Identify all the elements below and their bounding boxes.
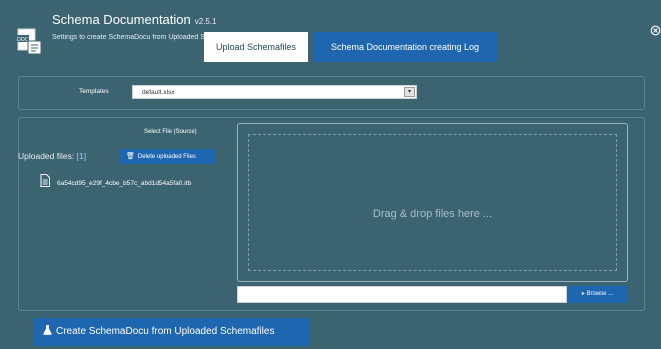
chevron-down-icon[interactable]: ▾	[404, 87, 415, 97]
templates-panel: Templates default.xlsx ▾	[18, 76, 645, 110]
templates-select[interactable]: default.xlsx ▾	[132, 85, 417, 99]
svg-text:DOC: DOC	[17, 37, 29, 43]
close-icon[interactable]	[650, 24, 661, 37]
folder-open-icon: ▸	[581, 291, 585, 297]
templates-label: Templates	[79, 88, 109, 95]
uploaded-files-text: Uploaded files:	[18, 151, 75, 161]
create-schemadocu-button[interactable]: Create SchemaDocu from Uploaded Schemafi…	[33, 318, 309, 346]
app-title: Schema Documentation v2.5.1	[52, 12, 217, 27]
file-dropzone[interactable]: Drag & drop files here ...	[237, 123, 628, 282]
app-version: v2.5.1	[194, 17, 217, 26]
delete-uploaded-files-button[interactable]: 🗑 Delete uploaded Files	[119, 149, 216, 164]
app-window: DOC Schema Documentation v2.5.1 Settings …	[0, 0, 661, 349]
dropzone-hint: Drag & drop files here ...	[372, 208, 493, 220]
file-path-input[interactable]	[237, 286, 567, 303]
file-icon	[40, 174, 50, 187]
delete-uploaded-files-label: Delete uploaded Files	[137, 154, 196, 160]
tab-upload-schemafiles[interactable]: Upload Schemafiles	[204, 32, 308, 62]
templates-selected-value: default.xlsx	[142, 89, 175, 96]
uploaded-file-item: 6a54cd95_e29f_4cbe_b57c_abd1d54a5fa0.itb	[57, 180, 192, 187]
browse-button[interactable]: ▸ Browse ...	[568, 286, 627, 303]
app-title-text: Schema Documentation	[52, 12, 191, 27]
app-subtitle: Settings to create SchemaDocu from Uploa…	[52, 34, 204, 41]
browse-button-label: Browse ...	[586, 291, 614, 297]
document-icon: DOC	[15, 28, 42, 55]
uploaded-files-count: [1]	[76, 151, 87, 161]
dropzone-inner: Drag & drop files here ...	[248, 134, 617, 271]
select-file-label: Select File (Source)	[144, 129, 197, 135]
flask-icon	[43, 325, 52, 335]
uploaded-files-label: Uploaded files: [1]	[18, 151, 86, 161]
create-schemadocu-label: Create SchemaDocu from Uploaded Schemafi…	[56, 326, 275, 337]
tab-creating-log[interactable]: Schema Documentation creating Log	[313, 32, 497, 62]
trash-icon: 🗑	[126, 153, 135, 160]
